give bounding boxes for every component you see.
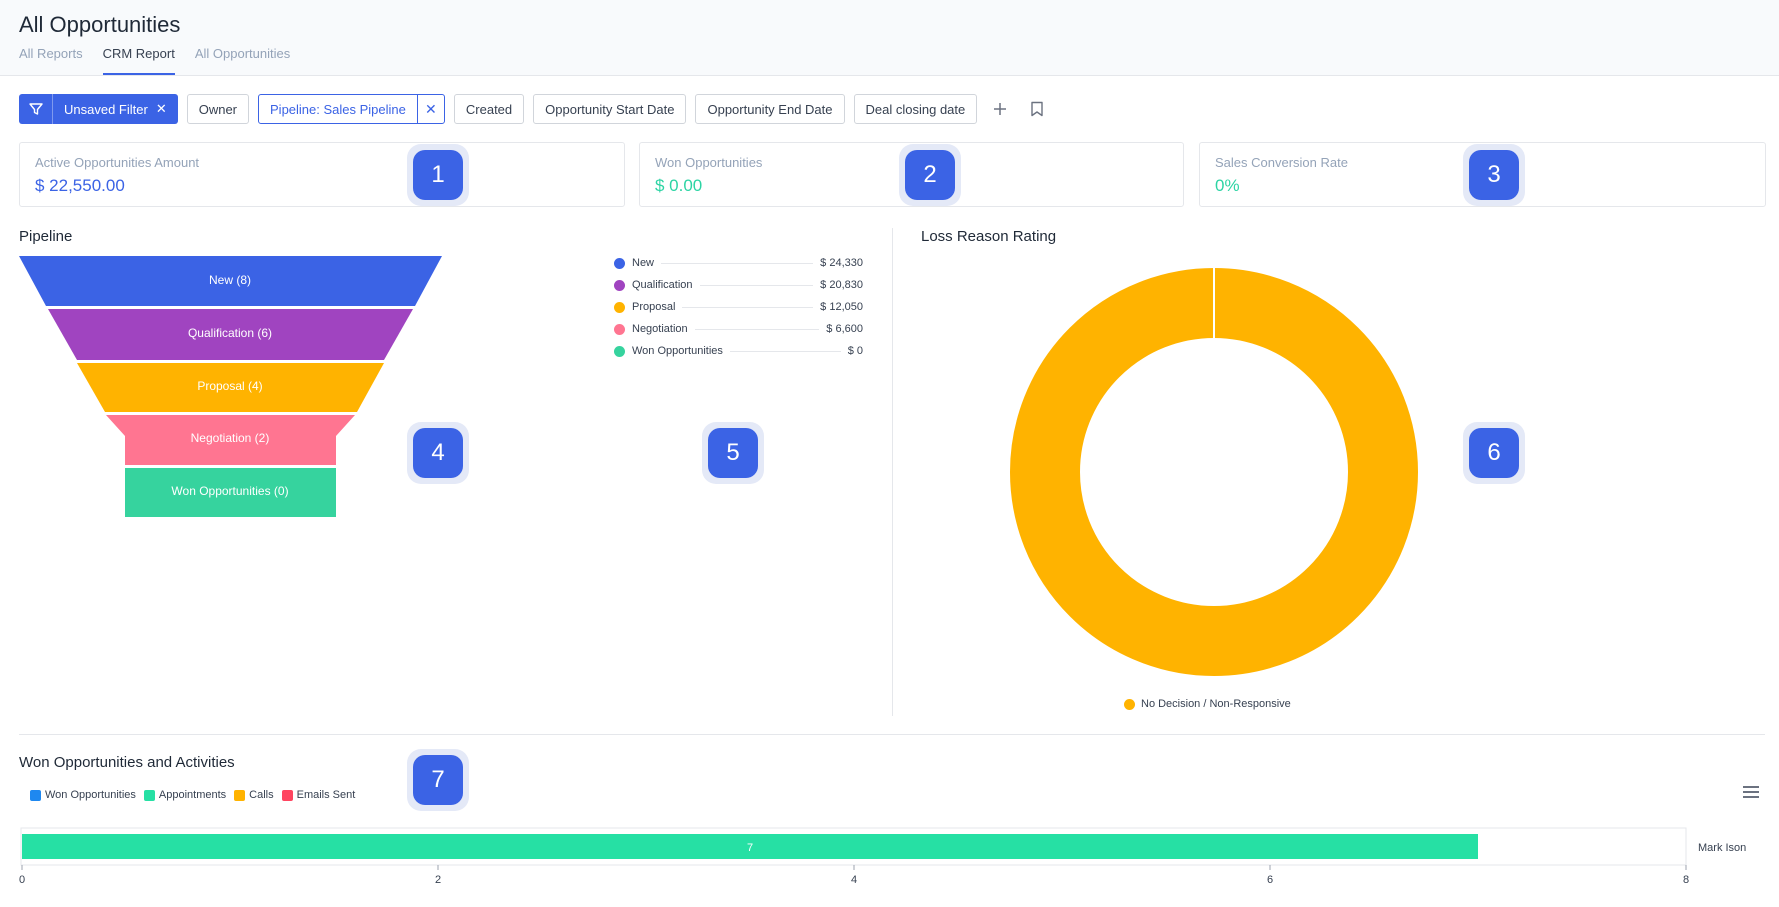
legend-item-won[interactable]: Won Opportunities [30, 789, 136, 801]
activities-bar-chart: 7 Mark Ison 0 2 4 6 8 [19, 827, 1746, 886]
funnel-label: New (8) [209, 273, 251, 287]
legend-square-icon [234, 789, 246, 801]
section-divider [892, 228, 893, 716]
legend-item-calls[interactable]: Calls [234, 789, 274, 801]
section-divider-horizontal [19, 734, 1765, 735]
activities-title: Won Opportunities and Activities [19, 754, 235, 771]
pipeline-funnel: New (8) Qualification (6) Proposal (4) N… [19, 256, 442, 517]
legend-name: New [632, 257, 655, 269]
legend-square-icon [143, 789, 155, 801]
legend-label: Emails Sent [296, 789, 356, 801]
funnel-label: Won Opportunities (0) [171, 484, 288, 498]
legend-amount: $ 24,330 [820, 257, 863, 269]
x-axis-ticks: 0 2 4 6 8 [19, 865, 1689, 886]
legend-leader [694, 328, 820, 330]
legend-dot-icon [614, 301, 625, 313]
activities-legend: Won Opportunities Appointments Calls Ema… [30, 789, 355, 801]
legend-dot-icon [614, 257, 625, 269]
annotation-badge: 1 [407, 144, 469, 206]
legend-leader [699, 284, 814, 286]
pipeline-legend-item[interactable]: Qualification $ 20,830 [614, 277, 863, 293]
legend-item-emails[interactable]: Emails Sent [281, 789, 356, 801]
legend-amount: $ 20,830 [820, 279, 863, 291]
add-filter-icon[interactable] [986, 94, 1014, 124]
legend-item-appointments[interactable]: Appointments [143, 789, 227, 801]
legend-leader [729, 350, 841, 352]
legend-name: Won Opportunities [632, 345, 723, 357]
legend-amount: $ 12,050 [820, 301, 863, 313]
pipeline-legend-item[interactable]: New $ 24,330 [614, 255, 863, 271]
legend-amount: $ 0 [847, 345, 863, 357]
legend-leader [661, 262, 814, 264]
annotation-badge: 6 [1463, 422, 1525, 484]
annotation-badge: 2 [899, 144, 961, 206]
pipeline-legend-item[interactable]: Negotiation $ 6,600 [614, 321, 863, 337]
legend-label: Calls [249, 789, 274, 801]
annotation-badge: 4 [407, 422, 469, 484]
annotation-badge: 7 [407, 749, 469, 811]
end-date-filter[interactable]: Opportunity End Date [695, 94, 845, 124]
legend-dot-icon [614, 323, 625, 335]
donut-slice-no-decision[interactable] [1010, 268, 1418, 676]
pipeline-legend-item[interactable]: Proposal $ 12,050 [614, 299, 863, 315]
hamburger-menu-icon[interactable] [1743, 786, 1759, 800]
loss-reason-title: Loss Reason Rating [921, 228, 1057, 245]
loss-reason-donut [1010, 268, 1418, 676]
legend-dot-icon [1124, 698, 1135, 710]
funnel-label: Negotiation (2) [191, 431, 270, 445]
legend-dot-icon [614, 345, 625, 357]
annotation-badge: 3 [1463, 144, 1525, 206]
legend-square-icon [281, 789, 293, 801]
donut-legend-item[interactable]: No Decision / Non-Responsive [1124, 698, 1291, 710]
legend-label: Appointments [158, 789, 227, 801]
start-date-filter[interactable]: Opportunity Start Date [533, 94, 687, 124]
annotation-badge: 5 [702, 422, 764, 484]
legend-name: Qualification [632, 279, 693, 291]
legend-dot-icon [614, 279, 625, 291]
pipeline-legend-item[interactable]: Won Opportunities $ 0 [614, 343, 863, 359]
legend-square-icon [30, 789, 41, 801]
x-tick-label: 4 [851, 874, 857, 886]
legend-label: Won Opportunities [45, 789, 136, 801]
closing-date-filter[interactable]: Deal closing date [853, 94, 978, 124]
bar-data-label: 7 [747, 842, 753, 854]
legend-name: Proposal [632, 301, 676, 313]
legend-amount: $ 6,600 [826, 323, 863, 335]
x-tick-label: 8 [1683, 874, 1689, 886]
funnel-label: Qualification (6) [188, 326, 272, 340]
x-tick-label: 2 [435, 874, 441, 886]
bookmark-icon[interactable] [1023, 94, 1051, 124]
x-tick-label: 6 [1267, 874, 1273, 886]
x-tick-label: 0 [19, 874, 25, 886]
donut-legend-label: No Decision / Non-Responsive [1141, 698, 1291, 710]
bar-category-label: Mark Ison [1698, 842, 1746, 854]
funnel-label: Proposal (4) [197, 379, 262, 393]
legend-name: Negotiation [632, 323, 688, 335]
legend-leader [682, 306, 814, 308]
